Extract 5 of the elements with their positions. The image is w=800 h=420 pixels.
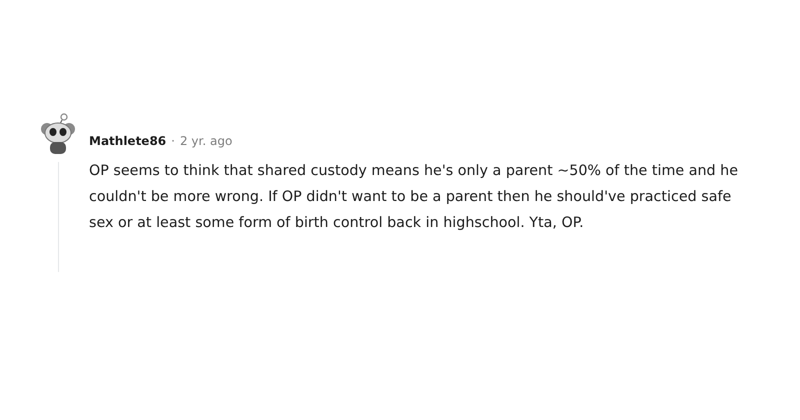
username[interactable]: Mathlete86 bbox=[89, 134, 166, 148]
comment-text: OP seems to think that shared custody means he's only a parent ~50% of the time and he couldn't be more wrong. If OP didn't want to be a parent then he should've practiced safe sex or at least some form of birth control back in highschool. Yta, OP. bbox=[89, 162, 739, 233]
separator: · bbox=[171, 134, 175, 148]
timestamp: 2 yr. ago bbox=[180, 134, 232, 148]
avatar-icon bbox=[39, 112, 77, 156]
